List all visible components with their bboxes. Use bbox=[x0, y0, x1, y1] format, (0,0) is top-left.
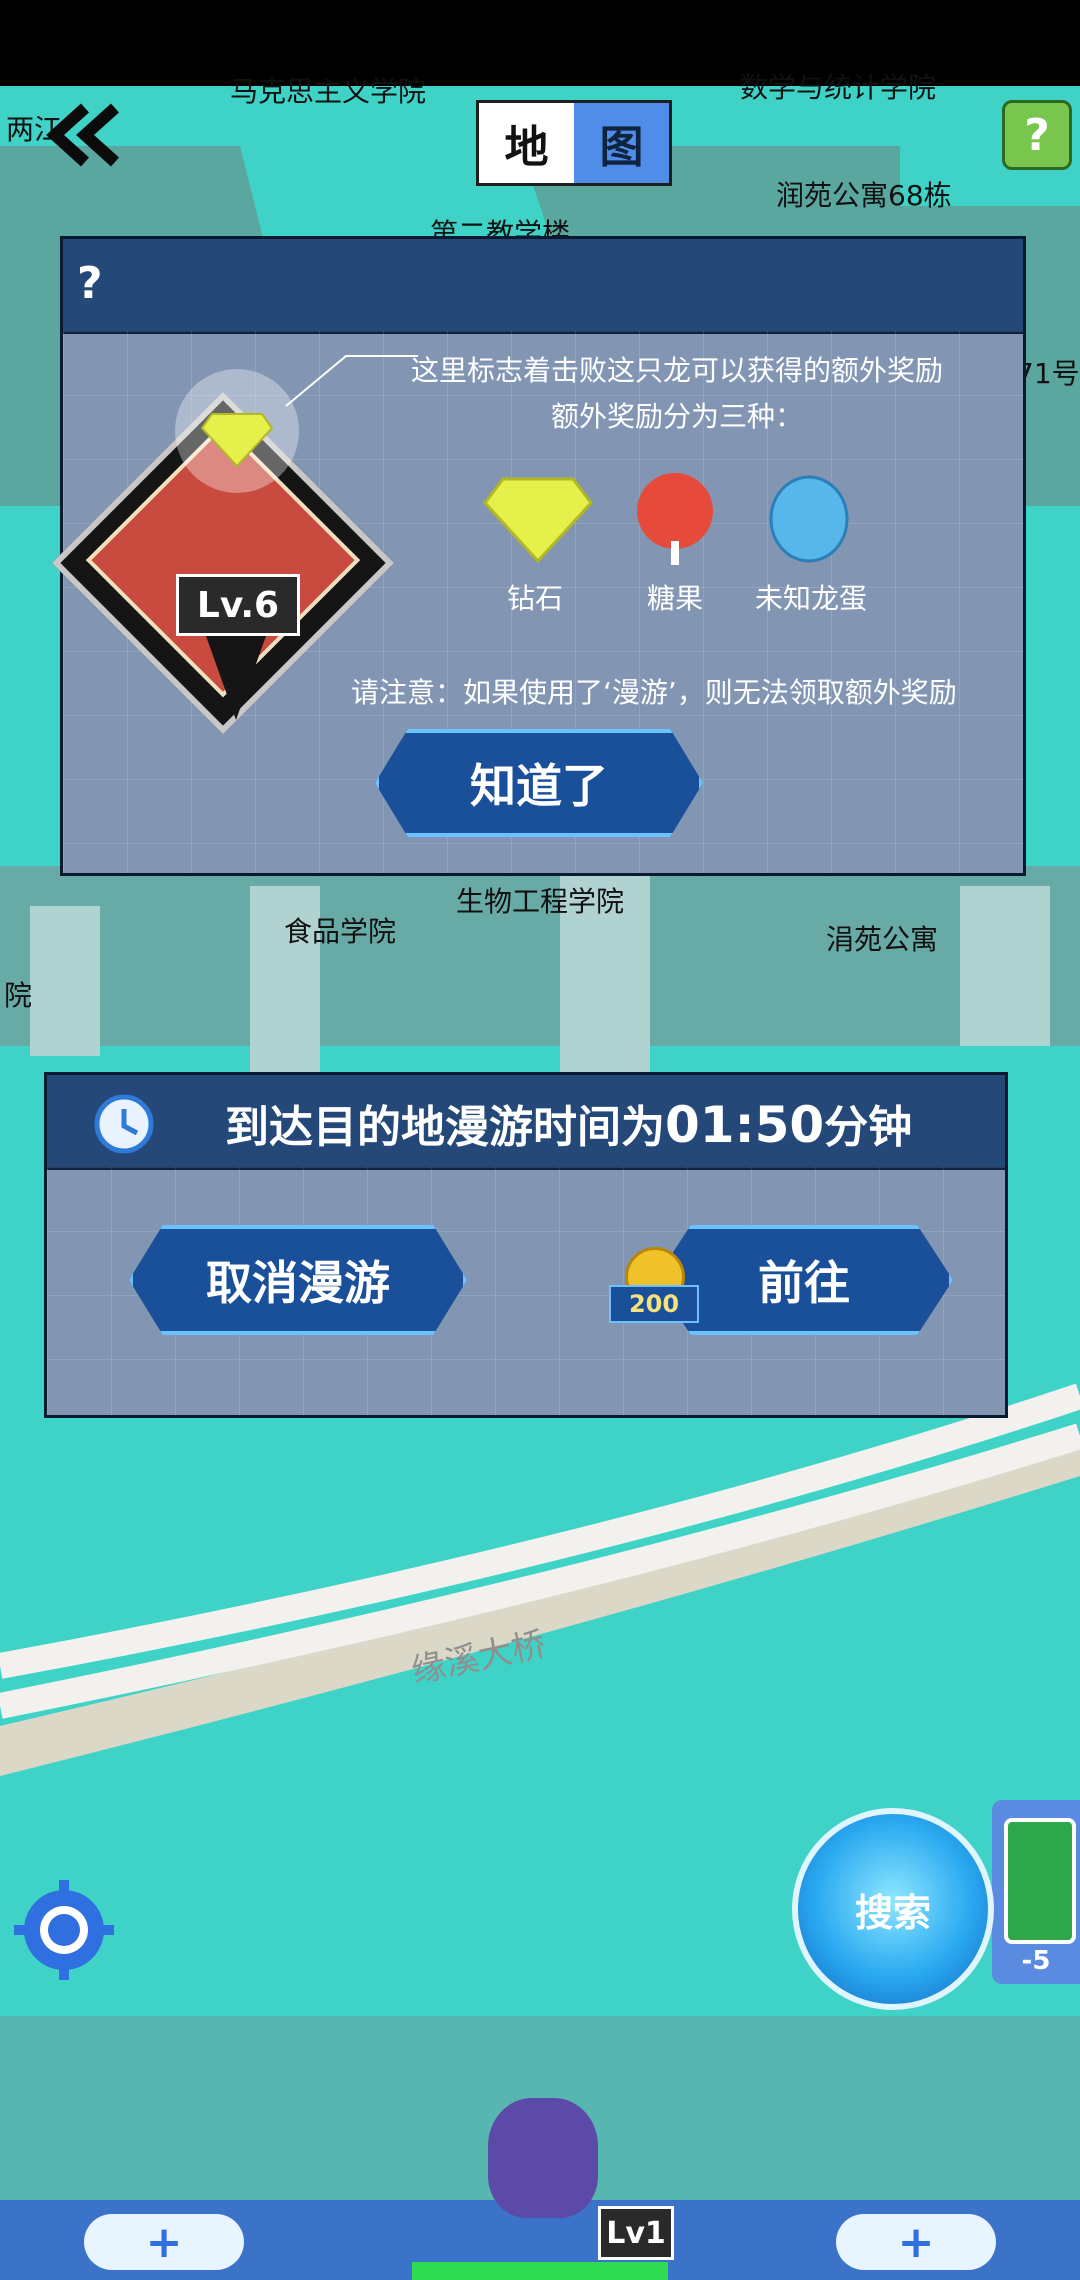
dragon-egg-icon bbox=[769, 475, 849, 563]
question-icon: ? bbox=[1024, 109, 1050, 161]
roam-title-prefix: 到达目的地漫游时间为 bbox=[225, 1102, 665, 1153]
energy-indicator: -5 bbox=[992, 1800, 1080, 1984]
map-building bbox=[960, 886, 1050, 1046]
tip-line-1: 这里标志着击败这只龙可以获得的额外奖励 bbox=[411, 354, 944, 387]
battery-icon bbox=[1004, 1818, 1076, 1944]
energy-cost: -5 bbox=[1021, 1946, 1051, 1976]
dragon-level-badge: Lv.6 bbox=[176, 574, 300, 636]
candy-icon bbox=[637, 473, 713, 565]
roam-time: 01:50 bbox=[665, 1096, 825, 1154]
crosshair-icon bbox=[14, 1880, 114, 1980]
coin-cost: 200 bbox=[609, 1247, 699, 1327]
diamond-icon bbox=[483, 477, 593, 563]
clock-icon bbox=[94, 1094, 154, 1154]
reward-label-diamond: 钻石 bbox=[506, 582, 563, 615]
map-label: 马克思主义学院 bbox=[230, 75, 427, 108]
tip-line-2: 额外奖励分为三种： bbox=[551, 400, 804, 433]
roam-title-suffix: 分钟 bbox=[824, 1102, 913, 1153]
map-title-left: 地 bbox=[504, 122, 549, 173]
player-exp-bar bbox=[412, 2262, 668, 2280]
go-button[interactable]: 前往 bbox=[655, 1225, 953, 1335]
map-label: 院 bbox=[4, 979, 33, 1012]
reward-label-egg: 未知龙蛋 bbox=[754, 582, 867, 615]
map-label: 生物工程学院 bbox=[456, 885, 625, 918]
map-label: 润苑公寓68栋 bbox=[776, 179, 952, 212]
roam-dialog: 到达目的地漫游时间为01:50分钟 取消漫游 前往 200 bbox=[44, 1072, 1008, 1418]
coin-cost-label: 200 bbox=[609, 1285, 699, 1323]
player-level-badge: Lv1 bbox=[598, 2206, 674, 2260]
back-button[interactable] bbox=[40, 100, 130, 170]
map-title-right: 图 bbox=[574, 103, 669, 183]
map-building bbox=[30, 906, 100, 1056]
tip-dialog-header: ? bbox=[63, 239, 1023, 334]
roam-dialog-header: 到达目的地漫游时间为01:50分钟 bbox=[47, 1075, 1005, 1170]
question-icon: ? bbox=[77, 258, 103, 309]
map-label: 数学与统计学院 bbox=[740, 71, 937, 104]
ok-button[interactable]: 知道了 bbox=[375, 729, 703, 837]
tip-note: 请注意：如果使用了‘漫游’，则无法领取额外奖励 bbox=[351, 676, 957, 709]
slot-right-button[interactable]: + bbox=[836, 2214, 996, 2270]
help-button[interactable]: ? bbox=[1002, 100, 1072, 170]
locate-button[interactable] bbox=[14, 1880, 114, 1980]
search-button[interactable]: 搜索 bbox=[792, 1808, 994, 2010]
map-title: 地 图 bbox=[476, 100, 672, 186]
marker-pointer-icon bbox=[206, 636, 266, 720]
map-label: 食品学院 bbox=[284, 915, 397, 948]
double-chevron-left-icon bbox=[46, 103, 120, 167]
slot-left-button[interactable]: + bbox=[84, 2214, 244, 2270]
cancel-roam-button[interactable]: 取消漫游 bbox=[129, 1225, 467, 1335]
player-dragon[interactable] bbox=[466, 2088, 618, 2228]
roam-time-title: 到达目的地漫游时间为01:50分钟 bbox=[225, 1091, 912, 1155]
pointer-line bbox=[285, 355, 418, 407]
dragon-body bbox=[488, 2098, 598, 2218]
map-label: 涓苑公寓 bbox=[826, 923, 939, 956]
reward-label-candy: 糖果 bbox=[646, 582, 703, 615]
